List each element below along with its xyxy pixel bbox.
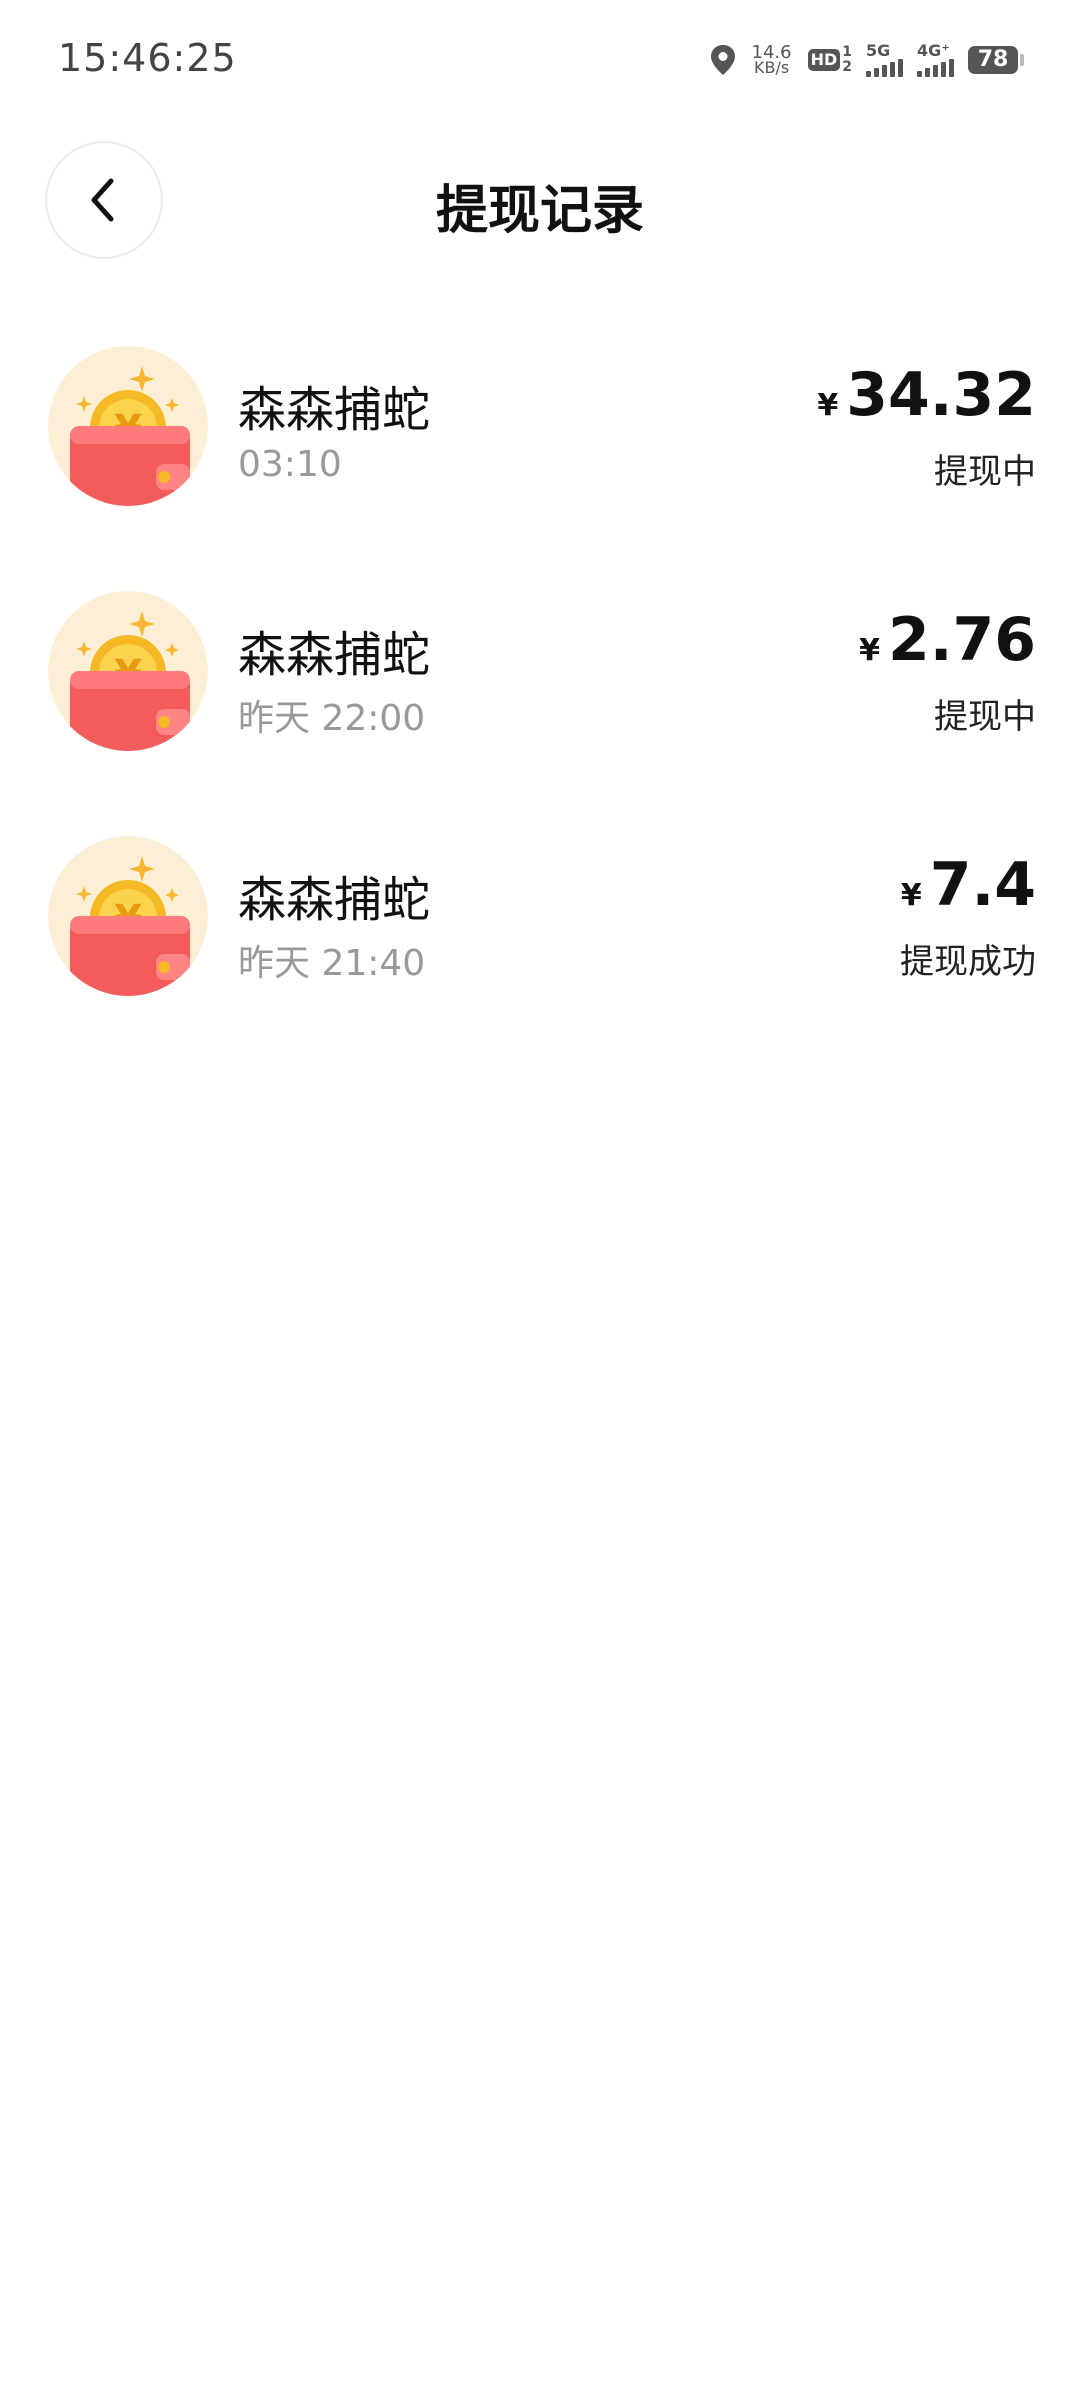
- hd-sim-bottom: 2: [842, 59, 852, 75]
- wallet-coin-icon: ¥: [48, 346, 208, 506]
- record-status: 提现中: [934, 697, 1036, 737]
- location-icon: [710, 44, 736, 76]
- hd-sim-numbers: 1 2: [842, 45, 852, 75]
- battery-level: 78: [968, 46, 1018, 74]
- signal-bars-sim2: [917, 59, 954, 77]
- record-status: 提现中: [934, 452, 1036, 492]
- page-title: 提现记录: [435, 181, 644, 241]
- status-bar: 15:46:25 14.6 KB/s HD 1 2 5G 4G⁺ 78: [0, 0, 1080, 120]
- signal-bars-sim1: [866, 59, 903, 77]
- record-item[interactable]: ¥ 森森捕蛇 03:10 ¥ 34.32 提现中: [0, 340, 1080, 585]
- network-speed-unit: KB/s: [753, 58, 790, 77]
- record-time: 昨天 21:40: [238, 943, 426, 984]
- signal-4g-label: 4G⁺: [917, 41, 950, 60]
- currency-symbol: ¥: [817, 388, 839, 423]
- record-amount: ¥ 7.4: [901, 850, 1036, 920]
- record-amount: ¥ 34.32: [817, 360, 1036, 430]
- amount-value: 7.4: [929, 850, 1036, 920]
- hd-sim-top: 1: [842, 44, 852, 60]
- status-time: 15:46:25: [58, 36, 237, 80]
- withdrawal-records-screen: 15:46:25 14.6 KB/s HD 1 2 5G 4G⁺ 78 提现记录…: [0, 0, 1080, 2400]
- record-status: 提现成功: [900, 942, 1036, 982]
- record-name: 森森捕蛇: [238, 382, 431, 438]
- network-speed: 14.6 KB/s: [750, 44, 794, 77]
- record-name: 森森捕蛇: [238, 627, 431, 683]
- currency-symbol: ¥: [900, 878, 922, 913]
- record-time: 03:10: [238, 444, 342, 485]
- amount-value: 2.76: [887, 605, 1036, 675]
- withdrawal-record-list: ¥ 森森捕蛇 03:10 ¥ 34.32 提现中: [0, 340, 1080, 1075]
- signal-5g-label: 5G: [866, 41, 891, 60]
- signal-4g-icon: 4G⁺: [917, 43, 954, 77]
- amount-value: 34.32: [846, 360, 1036, 430]
- record-amount: ¥ 2.76: [859, 605, 1036, 675]
- wallet-coin-icon: ¥: [48, 836, 208, 996]
- status-icons: 14.6 KB/s HD 1 2 5G 4G⁺ 78: [710, 38, 1024, 82]
- currency-symbol: ¥: [859, 633, 880, 668]
- wallet-coin-icon: ¥: [48, 591, 208, 751]
- hd-voice-icon: HD 1 2: [807, 45, 852, 75]
- signal-5g-icon: 5G: [866, 43, 903, 77]
- battery-icon: 78: [968, 46, 1024, 74]
- record-item[interactable]: ¥ 森森捕蛇 昨天 21:40 ¥ 7.4 提现成功: [0, 830, 1080, 1075]
- battery-nub: [1020, 54, 1024, 66]
- record-time: 昨天 22:00: [238, 698, 426, 739]
- record-name: 森森捕蛇: [238, 872, 431, 928]
- record-item[interactable]: ¥ 森森捕蛇 昨天 22:00 ¥ 2.76 提现中: [0, 585, 1080, 830]
- hd-label: HD: [807, 49, 841, 71]
